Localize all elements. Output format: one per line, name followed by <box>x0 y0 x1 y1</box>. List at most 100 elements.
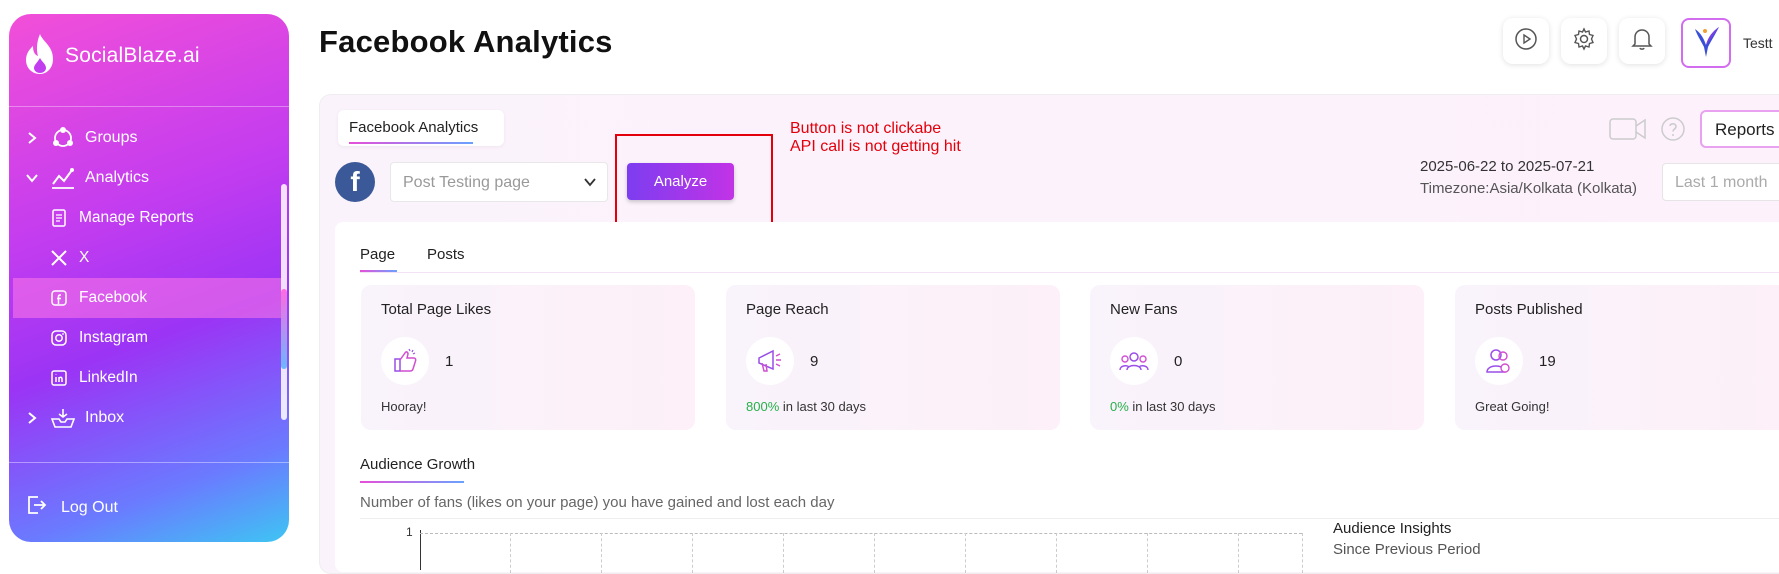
sidebar-item-analytics[interactable]: Analytics <box>9 158 281 198</box>
chart-gridline <box>1147 533 1148 573</box>
sidebar-item-instagram[interactable]: Instagram <box>9 318 281 358</box>
stat-card-posts-published: Posts Published 19 Great Going! <box>1455 285 1779 430</box>
sidebar: SocialBlaze.ai Groups Analytics Manage R… <box>9 14 289 542</box>
user-group-icon <box>1475 337 1523 385</box>
sidebar-item-label: Instagram <box>79 329 148 346</box>
chart-y-tick: 1 <box>406 525 413 539</box>
logout-label: Log Out <box>61 498 118 516</box>
card-title: Total Page Likes <box>381 301 492 318</box>
tab-label: Facebook Analytics <box>349 119 479 136</box>
chart-gridline <box>420 533 1302 534</box>
thumbs-up-icon <box>381 337 429 385</box>
brand-name: SocialBlaze.ai <box>65 44 200 67</box>
divider <box>9 462 289 463</box>
chart-gridline <box>1238 533 1239 573</box>
card-value: 0 <box>1174 353 1183 370</box>
chevron-down-icon <box>23 173 41 183</box>
card-percent: 0% <box>1110 399 1129 414</box>
chart-gridline <box>783 533 784 573</box>
tab-page[interactable]: Page <box>360 246 395 263</box>
audience-insights-subtitle: Since Previous Period <box>1333 541 1481 558</box>
facebook-logo-icon: f <box>335 162 375 202</box>
logout-button[interactable]: Log Out <box>25 494 118 521</box>
card-value: 9 <box>810 353 819 370</box>
divider <box>360 518 1779 519</box>
gear-icon <box>1572 26 1596 56</box>
section-underline <box>360 481 464 483</box>
audience-growth-title: Audience Growth <box>360 456 476 473</box>
user-name[interactable]: Testt <box>1743 35 1773 51</box>
page-select[interactable]: Post Testing page <box>390 162 608 202</box>
annotation-line: Button is not clickabe <box>790 120 942 137</box>
brand-logo[interactable]: SocialBlaze.ai <box>23 32 200 80</box>
sidebar-item-linkedin[interactable]: LinkedIn <box>9 358 281 398</box>
chart-gridline <box>601 533 602 573</box>
tab-underline <box>349 142 473 144</box>
audience-insights-title: Audience Insights <box>1333 520 1452 537</box>
sidebar-item-label: Facebook <box>79 289 148 306</box>
sidebar-item-label: Inbox <box>85 409 125 426</box>
annotation-box <box>615 134 773 228</box>
avatar[interactable] <box>1681 18 1731 68</box>
card-value: 1 <box>445 353 454 370</box>
chart-gridline <box>510 533 511 573</box>
card-footer-text: in last 30 days <box>1128 399 1216 414</box>
card-title: New Fans <box>1110 301 1178 318</box>
users-icon <box>1110 337 1158 385</box>
chevron-right-icon <box>23 131 41 145</box>
audience-growth-description: Number of fans (likes on your page) you … <box>360 494 835 511</box>
inbox-icon <box>49 407 77 429</box>
sidebar-item-label: Analytics <box>85 169 150 186</box>
sidebar-item-label: Manage Reports <box>79 209 194 226</box>
settings-button[interactable] <box>1561 18 1607 64</box>
stat-card-total-page-likes: Total Page Likes 1 Hooray! <box>361 285 695 430</box>
page-select-value: Post Testing page <box>403 174 530 191</box>
divider <box>360 272 1779 273</box>
linkedin-icon <box>49 370 69 386</box>
x-logo-icon <box>49 249 69 267</box>
annotation-text: Button is not clickabe API call is not g… <box>790 120 961 156</box>
stat-card-page-reach: Page Reach 9 800% in last 30 days <box>726 285 1060 430</box>
megaphone-icon <box>746 337 794 385</box>
page-title: Facebook Analytics <box>319 24 613 59</box>
card-footer: Great Going! <box>1475 399 1549 414</box>
sidebar-item-x[interactable]: X <box>9 238 281 278</box>
tab-facebook-analytics[interactable]: Facebook Analytics <box>338 110 504 146</box>
sidebar-scrollbar-thumb[interactable] <box>281 289 287 369</box>
chart-gridline <box>874 533 875 573</box>
chart-gridline <box>1302 533 1303 573</box>
card-title: Posts Published <box>1475 301 1583 318</box>
sidebar-item-label: LinkedIn <box>79 369 138 386</box>
report-icon <box>49 209 69 227</box>
facebook-icon <box>49 290 69 306</box>
card-footer-text: Great Going! <box>1475 399 1550 414</box>
help-icon[interactable] <box>1660 116 1686 147</box>
sidebar-nav: Groups Analytics Manage Reports X Facebo… <box>9 118 281 438</box>
groups-icon <box>49 125 77 151</box>
sidebar-item-facebook[interactable]: Facebook <box>13 278 281 318</box>
sidebar-item-label: X <box>79 249 90 266</box>
date-range: 2025-06-22 to 2025-07-21 <box>1420 158 1595 175</box>
stat-card-new-fans: New Fans 0 0% in last 30 days <box>1090 285 1424 430</box>
sidebar-item-manage-reports[interactable]: Manage Reports <box>9 198 281 238</box>
chart-gridline <box>692 533 693 573</box>
tab-posts[interactable]: Posts <box>427 246 465 263</box>
sidebar-item-groups[interactable]: Groups <box>9 118 281 158</box>
card-footer: Hooray! <box>381 399 427 414</box>
sidebar-item-inbox[interactable]: Inbox <box>9 398 281 438</box>
bird-logo-icon <box>1691 23 1721 64</box>
chart-gridline <box>1056 533 1057 573</box>
chevron-right-icon <box>23 411 41 425</box>
bell-icon <box>1631 27 1653 56</box>
card-footer-text: in last 30 days <box>779 399 866 414</box>
card-value: 19 <box>1539 353 1556 370</box>
video-camera-icon[interactable] <box>1609 116 1647 147</box>
reports-button[interactable]: Reports <box>1700 110 1779 148</box>
notifications-button[interactable] <box>1619 18 1665 64</box>
divider <box>9 106 289 107</box>
period-select[interactable]: Last 1 month <box>1662 163 1779 201</box>
video-tutorial-button[interactable] <box>1503 18 1549 64</box>
period-select-value: Last 1 month <box>1675 174 1768 191</box>
chart-gridline <box>965 533 966 573</box>
reports-label: Reports <box>1715 120 1775 139</box>
